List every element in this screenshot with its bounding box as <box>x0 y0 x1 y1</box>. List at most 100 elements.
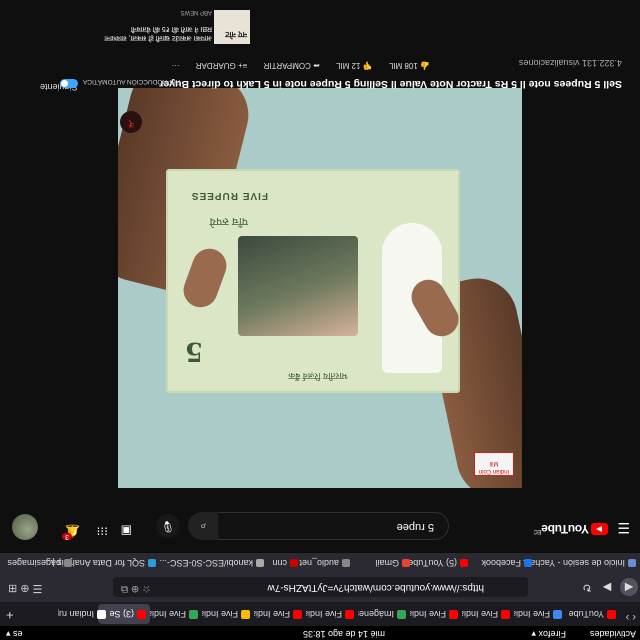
bookmark-item[interactable]: pagesimages <box>7 558 72 568</box>
tab-label: Five India <box>514 609 550 619</box>
tab[interactable]: Five India <box>514 604 566 624</box>
tab[interactable]: Indian rupi <box>58 604 110 624</box>
tab-label: Five India <box>306 609 342 619</box>
tab-favicon <box>501 610 510 619</box>
dislike-count: 12 MIL <box>336 61 361 70</box>
next-video-thumbnail[interactable]: नए नोट <box>214 10 250 44</box>
tab-label: Five India <box>410 609 446 619</box>
bookmark-item[interactable]: cnn <box>272 558 298 568</box>
bookmark-favicon <box>64 559 72 567</box>
bookmark-favicon <box>460 559 468 567</box>
save-label: GUARDAR <box>195 61 236 70</box>
bookmark-favicon <box>342 559 350 567</box>
bookmark-label: Inicio de sesión - Yacha... <box>522 558 625 568</box>
url-action-icons[interactable]: ☆ ⊕ ⧉ <box>121 583 151 594</box>
autoplay-control[interactable]: REPRODUCCIÓN AUTOMÁTICA <box>60 78 180 88</box>
note-denomination-text: FIVE RUPEES <box>190 190 268 201</box>
note-tractor-vignette <box>238 236 358 336</box>
bookmark-item[interactable]: kanobi/ESC-S0-ESC-... <box>159 558 264 568</box>
search-button[interactable]: ⌕ <box>188 512 218 540</box>
autoplay-toggle[interactable] <box>60 79 78 88</box>
forward-button[interactable]: ▶ <box>598 578 616 596</box>
tab-favicon <box>345 610 354 619</box>
reload-button[interactable]: ↻ <box>578 578 596 596</box>
share-button[interactable]: ➦ COMPARTIR <box>264 61 320 70</box>
tab[interactable]: Imágenes <box>358 604 410 624</box>
bookmark-item[interactable]: Facebook <box>481 558 532 568</box>
youtube-masthead: ☰ YouTubeEC 5 rupee ⌕ 🎙 ▣ ⁝⁝⁝ 🔔 3 <box>0 500 640 552</box>
channel-branding-icon[interactable]: ₹ <box>120 111 142 133</box>
country-code: EC <box>533 528 542 534</box>
video-player[interactable]: 5 FIVE RUPEES भारतीय रिज़र्व बैंक पाँच र… <box>118 88 522 488</box>
note-bank-name: भारतीय रिज़र्व बैंक <box>288 371 348 381</box>
tab[interactable]: Five India <box>410 604 462 624</box>
tab-favicon <box>241 610 250 619</box>
tab[interactable]: Five India <box>202 604 254 624</box>
tab[interactable]: Five India <box>462 604 514 624</box>
tab[interactable]: Five India <box>306 604 358 624</box>
activities-button[interactable]: Actividades <box>590 629 636 639</box>
bookmark-favicon <box>524 559 532 567</box>
next-video-title[interactable]: आपका अकाउंट खाली हो सकता, सावधान! RBI ने… <box>92 24 212 42</box>
bookmark-label: kanobi/ESC-S0-ESC-... <box>159 558 253 568</box>
tab-favicon <box>97 610 106 619</box>
tab-label: (3) Se <box>109 609 134 619</box>
tab[interactable]: Five India <box>254 604 306 624</box>
microphone-icon[interactable]: 🎙 <box>156 514 180 538</box>
tab-favicon <box>137 610 146 619</box>
bookmark-item[interactable]: (5) YouTube <box>408 558 468 568</box>
bookmarks-bar: Inicio de sesión - Yacha... Facebook (5) Y… <box>0 552 640 572</box>
new-tab-button[interactable]: + <box>6 608 14 623</box>
bookmark-item[interactable]: Gmail <box>375 558 410 568</box>
bookmark-label: cnn <box>272 558 287 568</box>
tab-scroll-buttons[interactable]: ‹ › <box>626 611 636 623</box>
bookmark-label: audio_net <box>299 558 339 568</box>
dislike-button[interactable]: 👎 12 MIL <box>336 61 373 70</box>
bookmark-favicon <box>256 559 264 567</box>
tab-favicon <box>397 610 406 619</box>
url-bar[interactable]: https://www.youtube.com/watch?v=JyTtAZHs… <box>113 577 528 597</box>
bookmark-favicon <box>402 559 410 567</box>
language-indicator[interactable]: es ▾ <box>6 628 23 639</box>
tab[interactable]: Five India <box>150 604 202 624</box>
hamburger-menu-icon[interactable]: ☰ <box>617 519 630 536</box>
tab-favicon <box>607 610 616 619</box>
play-icon <box>591 523 608 535</box>
youtube-logo[interactable]: YouTubeEC <box>534 522 608 536</box>
more-actions-button[interactable]: ··· <box>172 61 180 70</box>
bookmark-item[interactable]: audio_net <box>299 558 350 568</box>
youtube-logo-text: YouTube <box>541 522 589 536</box>
clock[interactable]: mié 14 de ago 18:35 <box>303 629 385 639</box>
url-text[interactable]: https://www.youtube.com/watch?v=JyTtAZHs… <box>268 582 484 593</box>
bookmark-label: Facebook <box>481 558 521 568</box>
create-video-icon[interactable]: ▣ <box>121 524 132 538</box>
app-menu[interactable]: Firefox ▾ <box>531 628 566 639</box>
like-count: 108 MIL <box>388 61 418 70</box>
search-input[interactable]: 5 rupee <box>216 512 449 540</box>
save-button[interactable]: ≡+ GUARDAR <box>196 61 248 70</box>
autoplay-label: REPRODUCCIÓN AUTOMÁTICA <box>83 78 181 85</box>
tab-label: YouTube <box>568 609 604 619</box>
bookmark-item[interactable]: Inicio de sesión - Yacha... <box>523 558 636 568</box>
tab-favicon <box>293 610 302 619</box>
tab-label: Imágenes <box>358 609 394 619</box>
note-denomination: 5 <box>184 336 203 366</box>
tab-strip: ‹ › YouTube Five India Five India Five Indi… <box>0 602 640 626</box>
note-hindi-denomination: पाँच रुपये <box>209 215 248 227</box>
menu-icon[interactable]: ☰ ⊕ ⊞ <box>8 582 42 595</box>
bookmark-label: Gmail <box>375 558 399 568</box>
channel-watermark[interactable]: Indian Coin Mill <box>474 452 514 476</box>
tab[interactable]: YouTube <box>568 604 620 624</box>
search-query: 5 rupee <box>396 521 434 533</box>
tab-favicon <box>189 610 198 619</box>
tab-favicon <box>553 610 562 619</box>
apps-grid-icon[interactable]: ⁝⁝⁝ <box>97 524 108 538</box>
tab-favicon <box>449 610 458 619</box>
next-video-channel: ABP NEWS <box>180 9 212 15</box>
bookmark-favicon <box>290 559 298 567</box>
avatar[interactable] <box>12 514 38 540</box>
back-button[interactable]: ◀ <box>620 578 638 596</box>
tab-label: Five India <box>150 609 186 619</box>
notification-count-badge: 3 <box>62 533 72 540</box>
like-button[interactable]: 👍 108 MIL <box>389 61 430 70</box>
